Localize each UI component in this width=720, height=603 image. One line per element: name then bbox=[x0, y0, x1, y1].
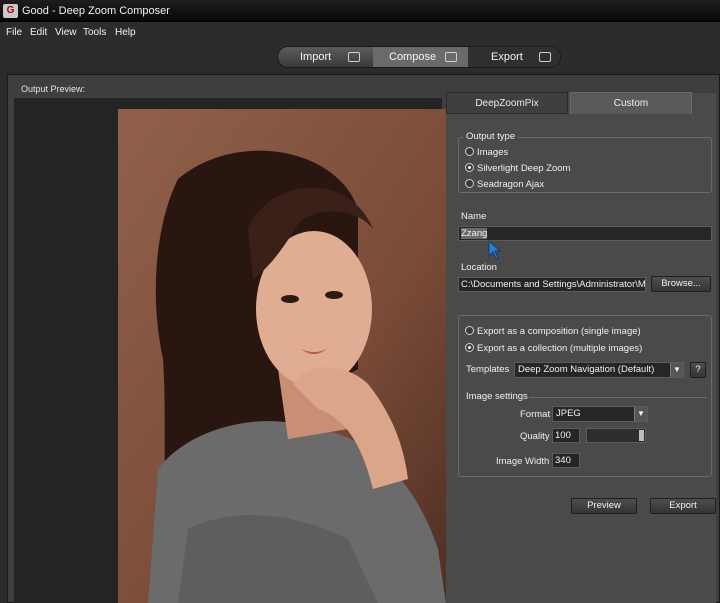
menu-file[interactable]: File bbox=[6, 27, 22, 38]
radio-images-circle bbox=[465, 147, 474, 156]
compose-icon bbox=[445, 52, 457, 62]
output-preview-area[interactable] bbox=[14, 98, 446, 603]
radio-silverlight[interactable]: Silverlight Deep Zoom bbox=[465, 163, 570, 175]
app-logo: G bbox=[3, 4, 18, 18]
image-settings-divider bbox=[529, 397, 707, 398]
quality-slider-thumb[interactable] bbox=[639, 430, 644, 441]
export-button[interactable]: Export bbox=[650, 498, 716, 514]
radio-collection-circle bbox=[465, 343, 474, 352]
tab-deepzoompix[interactable]: DeepZoomPix bbox=[446, 92, 568, 114]
format-label: Format bbox=[520, 409, 551, 420]
import-label: Import bbox=[300, 51, 332, 63]
radio-collection[interactable]: Export as a collection (multiple images) bbox=[465, 343, 642, 355]
output-type-group: Output type Images Silverlight Deep Zoom… bbox=[458, 131, 712, 193]
menu-edit[interactable]: Edit bbox=[30, 27, 47, 38]
radio-images-label: Images bbox=[477, 147, 509, 158]
export-icon bbox=[539, 52, 551, 62]
name-input[interactable]: Zzang bbox=[458, 226, 712, 241]
image-settings-heading: Image settings bbox=[466, 391, 528, 402]
image-width-input[interactable]: 340 bbox=[552, 453, 580, 468]
location-input[interactable]: C:\Documents and Settings\Administrator\… bbox=[458, 277, 646, 292]
compose-mode-button[interactable]: Compose bbox=[389, 47, 469, 67]
browse-button[interactable]: Browse... bbox=[651, 276, 711, 292]
name-label: Name bbox=[461, 211, 487, 222]
templates-label: Templates bbox=[466, 364, 510, 375]
radio-seadragon-circle bbox=[465, 179, 474, 188]
import-mode-button[interactable]: Import bbox=[300, 47, 373, 67]
menu-help[interactable]: Help bbox=[115, 27, 136, 38]
radio-seadragon[interactable]: Seadragon Ajax bbox=[465, 179, 544, 191]
mode-switcher: Import Compose Export bbox=[277, 46, 561, 68]
radio-seadragon-label: Seadragon Ajax bbox=[477, 179, 545, 190]
format-value: JPEG bbox=[556, 408, 581, 419]
export-options-group: Export as a composition (single image) E… bbox=[458, 315, 712, 477]
export-mode-button[interactable]: Export bbox=[491, 47, 561, 67]
templates-value: Deep Zoom Navigation (Default) bbox=[518, 364, 655, 375]
menu-view[interactable]: View bbox=[55, 27, 77, 38]
quality-label: Quality bbox=[520, 431, 550, 442]
radio-silverlight-label: Silverlight Deep Zoom bbox=[477, 163, 571, 174]
radio-composition[interactable]: Export as a composition (single image) bbox=[465, 326, 641, 338]
preview-photo bbox=[118, 109, 446, 603]
help-button[interactable]: ? bbox=[690, 362, 706, 378]
menu-bar: File Edit View Tools Help bbox=[0, 22, 720, 42]
chevron-down-icon: ▼ bbox=[670, 363, 683, 377]
radio-silverlight-circle bbox=[465, 163, 474, 172]
output-type-legend: Output type bbox=[463, 131, 519, 142]
menu-tools[interactable]: Tools bbox=[83, 27, 106, 38]
radio-collection-label: Export as a collection (multiple images) bbox=[477, 343, 643, 354]
radio-composition-label: Export as a composition (single image) bbox=[477, 326, 641, 337]
image-width-label: Image Width bbox=[496, 456, 550, 467]
format-chevron-down-icon: ▼ bbox=[634, 407, 647, 421]
window-title: Good - Deep Zoom Composer bbox=[22, 5, 170, 17]
mode-bar: Import Compose Export bbox=[0, 42, 720, 72]
portrait-image bbox=[118, 109, 446, 603]
quality-input[interactable]: 100 bbox=[552, 428, 580, 443]
import-icon bbox=[348, 52, 360, 62]
name-value: Zzang bbox=[461, 228, 488, 239]
format-dropdown[interactable]: JPEG ▼ bbox=[552, 406, 648, 422]
location-label: Location bbox=[461, 262, 497, 273]
title-bar: G Good - Deep Zoom Composer bbox=[0, 0, 720, 22]
preview-button[interactable]: Preview bbox=[571, 498, 637, 514]
radio-composition-circle bbox=[465, 326, 474, 335]
export-settings-panel: DeepZoomPix Custom Output type Images Si… bbox=[446, 92, 716, 603]
output-preview-label: Output Preview: bbox=[21, 84, 86, 94]
compose-label: Compose bbox=[389, 51, 437, 63]
radio-images[interactable]: Images bbox=[465, 147, 508, 159]
export-label: Export bbox=[491, 51, 523, 63]
templates-dropdown[interactable]: Deep Zoom Navigation (Default) ▼ bbox=[514, 362, 684, 378]
mouse-pointer-icon bbox=[488, 240, 502, 260]
quality-slider[interactable] bbox=[586, 428, 646, 443]
tab-custom[interactable]: Custom bbox=[570, 92, 692, 114]
